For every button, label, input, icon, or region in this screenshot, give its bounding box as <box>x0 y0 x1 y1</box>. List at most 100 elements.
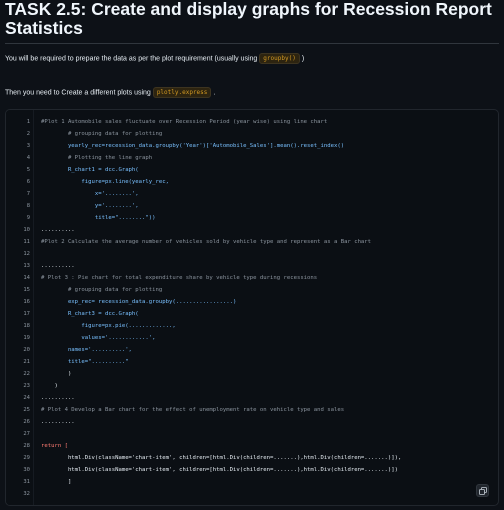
title-divider <box>5 43 499 44</box>
code-line: 13.......... <box>6 260 498 272</box>
line-number: 14 <box>23 275 30 281</box>
line-number: 10 <box>23 227 30 233</box>
code-text: # grouping data for plotting <box>41 131 163 137</box>
instruction-text: You will be required to prepare the data… <box>5 55 258 63</box>
code-line: 30 html.Div(className='chart-item', chil… <box>6 464 498 476</box>
code-line: 23 ) <box>6 380 498 392</box>
code-text: x='........', <box>41 191 139 197</box>
line-number: 3 <box>26 143 30 149</box>
code-line: 4 # Plotting the line graph <box>6 152 498 164</box>
line-number: 20 <box>23 347 30 353</box>
line-number: 22 <box>23 371 30 377</box>
line-number: 32 <box>23 491 30 497</box>
code-text: .......... <box>41 395 75 401</box>
instruction-text: . <box>213 89 216 97</box>
instruction-plotly: Then you need to Create a different plot… <box>5 87 215 98</box>
code-line: 25 # Plot 4 Develop a Bar chart for the e… <box>6 404 498 416</box>
page-title: TASK 2.5: Create and display graphs for … <box>5 0 492 38</box>
code-line: 17 R_chart3 = dcc.Graph( <box>6 308 498 320</box>
code-text: names='..........', <box>41 347 132 353</box>
code-line: 2 # grouping data for plotting <box>6 128 498 140</box>
code-text: #Plot 2 Calculate the average number of … <box>41 239 372 245</box>
code-text: html.Div(className='chart-item', childre… <box>41 467 398 473</box>
line-number: 21 <box>23 359 30 365</box>
instruction-text: Then you need to Create a different plot… <box>5 89 151 97</box>
code-line: 21 title=".........." <box>6 356 498 368</box>
groupby-code-chip: groupby() <box>259 53 300 64</box>
code-line: 31 ] <box>6 476 498 488</box>
line-number: 13 <box>23 263 30 269</box>
code-line: 3 yearly_rec=recession_data.groupby('Yea… <box>6 140 498 152</box>
line-number: 7 <box>26 191 30 197</box>
line-number: 8 <box>26 203 30 209</box>
line-number: 24 <box>23 395 30 401</box>
code-text: #Plot 1 Automobile sales fluctuate over … <box>41 119 328 125</box>
line-number: 19 <box>23 335 30 341</box>
plotly-code-chip: plotly.express <box>152 87 212 98</box>
code-text: html.Div(className='chart-item', childre… <box>41 455 402 461</box>
line-number: 27 <box>23 431 30 437</box>
code-text: title=".........." <box>41 359 129 365</box>
code-text: # Plotting the line graph <box>41 155 153 161</box>
code-editor[interactable]: 1 #Plot 1 Automobile sales fluctuate over… <box>5 109 499 506</box>
line-number: 11 <box>23 239 30 245</box>
line-number: 17 <box>23 311 30 317</box>
code-line: 27 <box>6 428 498 440</box>
line-number: 2 <box>26 131 30 137</box>
line-number: 6 <box>26 179 30 185</box>
code-line: 22 ) <box>6 368 498 380</box>
line-number: 1 <box>26 119 30 125</box>
copy-icon <box>478 482 487 500</box>
code-text: y='........', <box>41 203 139 209</box>
code-text: # grouping data for plotting <box>41 287 163 293</box>
code-line: 14 # Plot 3 : Pie chart for total expendi… <box>6 272 498 284</box>
code-line: 7 x='........', <box>6 188 498 200</box>
code-line: 32 <box>6 488 498 500</box>
code-line: 29 html.Div(className='chart-item', chil… <box>6 452 498 464</box>
code-text: .......... <box>41 263 75 269</box>
code-text: return [ <box>41 443 68 449</box>
code-text: R_chart1 = dcc.Graph( <box>41 167 139 173</box>
task-page: TASK 2.5: Create and display graphs for … <box>0 0 504 510</box>
code-line: 26.......... <box>6 416 498 428</box>
code-text: figure=px.pie(............., <box>41 323 176 329</box>
code-line: 28 return [ <box>6 440 498 452</box>
code-line: 18 figure=px.pie(............., <box>6 320 498 332</box>
code-line: 5 R_chart1 = dcc.Graph( <box>6 164 498 176</box>
code-line: 10.......... <box>6 224 498 236</box>
line-number: 26 <box>23 419 30 425</box>
code-line: 19 values='............', <box>6 332 498 344</box>
code-line: 16 exp_rec= recession_data.groupby(.....… <box>6 296 498 308</box>
line-number: 30 <box>23 467 30 473</box>
code-text: .......... <box>41 419 75 425</box>
code-text: .......... <box>41 227 75 233</box>
code-line: 1 #Plot 1 Automobile sales fluctuate over… <box>6 116 498 128</box>
code-text: ) <box>41 383 58 389</box>
code-line: 11 #Plot 2 Calculate the average number o… <box>6 236 498 248</box>
code-text: R_chart3 = dcc.Graph( <box>41 311 139 317</box>
code-text: exp_rec= recession_data.groupby(........… <box>41 299 237 305</box>
line-number: 31 <box>23 479 30 485</box>
code-text: values='............', <box>41 335 156 341</box>
line-number: 28 <box>23 443 30 449</box>
line-number: 15 <box>23 287 30 293</box>
line-number: 25 <box>23 407 30 413</box>
code-text: title="........")) <box>41 215 156 221</box>
code-line: 12 <box>6 248 498 260</box>
code-text: # Plot 4 Develop a Bar chart for the eff… <box>41 407 345 413</box>
code-line: 6 figure=px.line(yearly_rec, <box>6 176 498 188</box>
line-number: 12 <box>23 251 30 257</box>
code-line: 20 names='..........', <box>6 344 498 356</box>
instruction-groupby: You will be required to prepare the data… <box>5 53 304 64</box>
code-line: 9 title="........")) <box>6 212 498 224</box>
code-line: 24.......... <box>6 392 498 404</box>
line-number: 18 <box>23 323 30 329</box>
line-number: 23 <box>23 383 30 389</box>
code-line: 8 y='........', <box>6 200 498 212</box>
instruction-text: ) <box>301 55 305 63</box>
line-number: 5 <box>26 167 30 173</box>
line-number: 16 <box>23 299 30 305</box>
copy-code-button[interactable] <box>476 484 489 497</box>
code-text: # Plot 3 : Pie chart for total expenditu… <box>41 275 318 281</box>
code-text: yearly_rec=recession_data.groupby('Year'… <box>41 143 345 149</box>
